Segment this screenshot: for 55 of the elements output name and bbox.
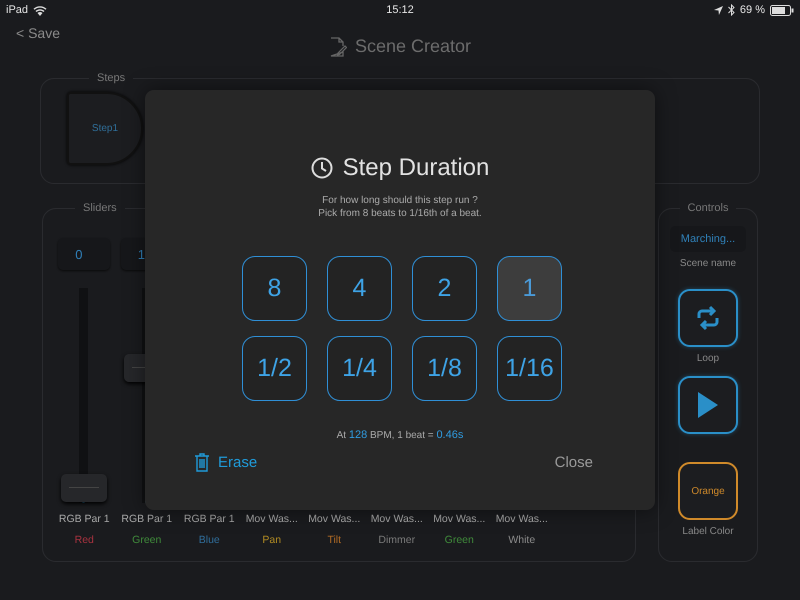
- fixture-name: RGB Par 1: [121, 513, 172, 525]
- button-label: Label Color: [682, 526, 734, 537]
- channel-name: Green: [444, 534, 474, 546]
- duration-button[interactable]: 8: [242, 256, 307, 321]
- fixture-name: Mov Was...: [308, 513, 360, 525]
- bluetooth-icon: [728, 4, 735, 16]
- channel-name: Green: [132, 534, 162, 546]
- duration-button[interactable]: 1/16: [497, 336, 562, 401]
- location-icon: [714, 6, 723, 14]
- document-edit-icon: [328, 36, 347, 56]
- duration-button[interactable]: 4: [327, 256, 392, 321]
- duration-button[interactable]: 2: [412, 256, 477, 321]
- trash-icon: [195, 453, 209, 472]
- channel-name: Dimmer: [378, 534, 416, 546]
- clock-icon: [310, 157, 333, 179]
- fixture-name: RGB Par 1: [58, 513, 110, 525]
- button-label: Loop: [696, 353, 720, 364]
- bpm-info: At 128 BPM, 1 beat = 0.46s: [336, 429, 464, 441]
- battery-icon: [770, 4, 794, 16]
- channel-name: Blue: [198, 534, 220, 546]
- fixture-name: Mov Was...: [496, 513, 548, 525]
- scene-name-field[interactable]: Marching...: [670, 226, 746, 252]
- duration-button[interactable]: 1: [497, 256, 562, 321]
- device-name: iPad: [6, 4, 28, 16]
- battery-percent: 69 %: [740, 4, 765, 16]
- channel-name: White: [508, 534, 536, 546]
- value-field[interactable]: 0: [58, 238, 110, 270]
- back-button[interactable]: < Save: [16, 25, 60, 41]
- panel-legend: Sliders: [75, 202, 125, 214]
- dialog-description: For how long should this step run ? Pick from 8 beats to 1/16th of a beat.: [318, 194, 482, 220]
- field-label: Scene name: [680, 258, 736, 269]
- channel-name: Red: [74, 534, 94, 546]
- fixture-name: Mov Was...: [246, 513, 298, 525]
- step-button[interactable]: Step1: [67, 92, 143, 165]
- loop-button[interactable]: [678, 289, 738, 347]
- wifi-icon: [33, 4, 48, 16]
- close-button[interactable]: Close: [554, 454, 593, 471]
- fixture-name: RGB Par 1: [184, 513, 235, 525]
- duration-button[interactable]: 1/4: [327, 336, 392, 401]
- panel-legend: Steps: [89, 72, 134, 84]
- duration-button[interactable]: 1/8: [412, 336, 477, 401]
- fixture-name: Mov Was...: [370, 513, 423, 525]
- erase-button[interactable]: Erase: [195, 453, 258, 472]
- channel-name: Pan: [262, 534, 282, 546]
- clock-time: 15:12: [386, 4, 414, 16]
- fixture-name: Mov Was...: [433, 513, 486, 525]
- label-color-button[interactable]: Orange: [678, 462, 738, 520]
- screen-title: Scene Creator: [354, 36, 472, 57]
- play-button[interactable]: [678, 376, 738, 434]
- slider-thumb[interactable]: [61, 474, 108, 502]
- channel-name: Tilt: [327, 534, 342, 546]
- play-icon: [698, 392, 718, 418]
- panel-legend: Controls: [680, 202, 736, 214]
- dialog-title: Step Duration: [342, 154, 490, 182]
- duration-button[interactable]: 1/2: [242, 336, 307, 401]
